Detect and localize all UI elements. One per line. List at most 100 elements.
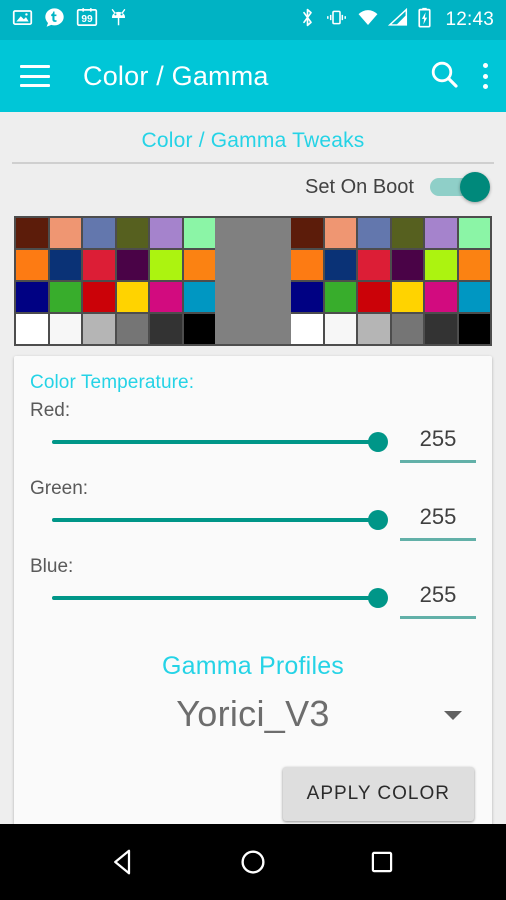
color-swatch <box>425 218 457 248</box>
vibrate-icon <box>325 7 348 33</box>
color-swatch <box>83 282 115 312</box>
page-title: Color / Gamma <box>83 60 269 91</box>
color-swatch <box>291 218 323 248</box>
color-swatch <box>83 218 115 248</box>
hamburger-menu-icon[interactable] <box>20 65 50 87</box>
bluetooth-icon <box>299 7 316 33</box>
swatch-grid-right <box>291 218 490 344</box>
color-swatch <box>49 218 81 248</box>
color-swatch <box>183 314 215 344</box>
color-swatch <box>391 250 423 280</box>
app-bar-actions <box>428 58 488 95</box>
color-swatch <box>116 282 148 312</box>
value-underline <box>400 616 476 619</box>
color-settings-card: Color Temperature: Red: 255 Green: 255 B… <box>14 356 492 824</box>
color-swatch <box>425 250 457 280</box>
color-swatch <box>49 250 81 280</box>
channel-red-label: Red: <box>30 400 71 421</box>
color-swatch <box>358 282 390 312</box>
slider-fill <box>52 518 378 522</box>
toggle-knob <box>460 172 490 202</box>
back-triangle-icon[interactable] <box>89 832 159 892</box>
status-bar-clock: 12:43 <box>445 9 494 30</box>
color-swatch <box>116 250 148 280</box>
color-swatch <box>83 250 115 280</box>
color-swatch <box>183 250 215 280</box>
color-swatch <box>458 218 490 248</box>
color-swatch <box>49 282 81 312</box>
status-bar-notification-icons: 99 <box>12 7 128 33</box>
channel-green-value: 255 <box>419 504 457 529</box>
battery-charging-icon <box>417 7 432 33</box>
color-swatch <box>16 314 48 344</box>
color-swatch <box>150 282 182 312</box>
color-swatch <box>358 314 390 344</box>
color-swatch <box>458 314 490 344</box>
slider-thumb[interactable] <box>368 510 388 530</box>
apply-color-button[interactable]: APPLY COLOR <box>282 767 474 821</box>
wifi-icon <box>357 7 379 33</box>
swatch-grid-left <box>16 218 215 344</box>
status-bar-system-icons: 12:43 <box>299 7 494 33</box>
svg-text:99: 99 <box>81 14 93 25</box>
channel-green-label: Green: <box>30 478 89 499</box>
color-swatch <box>150 314 182 344</box>
color-swatch <box>425 314 457 344</box>
color-swatch <box>16 250 48 280</box>
color-swatch <box>183 282 215 312</box>
color-swatch <box>16 218 48 248</box>
android-head-icon <box>109 7 128 33</box>
channel-red-value-box[interactable]: 255 <box>400 424 476 463</box>
channel-red: Red: 255 <box>30 400 476 474</box>
app-bar: Color / Gamma <box>0 40 506 112</box>
channel-blue-value-box[interactable]: 255 <box>400 580 476 619</box>
channel-blue-label: Blue: <box>30 556 74 577</box>
set-on-boot-toggle[interactable] <box>430 172 490 202</box>
color-swatch <box>324 314 356 344</box>
value-underline <box>400 460 476 463</box>
color-swatch <box>358 218 390 248</box>
color-swatch <box>83 314 115 344</box>
image-icon <box>12 7 33 33</box>
color-swatch <box>458 282 490 312</box>
color-swatch <box>116 218 148 248</box>
color-swatch <box>324 218 356 248</box>
channel-blue: Blue: 255 <box>30 556 476 630</box>
channel-green-slider[interactable] <box>52 502 392 542</box>
status-bar: 99 12:43 <box>0 0 506 40</box>
gamma-profile-spinner[interactable]: Yorici_V3 <box>30 683 476 745</box>
slider-thumb[interactable] <box>368 588 388 608</box>
color-swatch <box>116 314 148 344</box>
color-preview-strip <box>14 216 492 346</box>
channel-blue-value: 255 <box>419 582 457 607</box>
navigation-bar <box>0 824 506 900</box>
color-swatch <box>391 314 423 344</box>
channel-red-slider[interactable] <box>52 424 392 464</box>
recents-square-icon[interactable] <box>347 832 417 892</box>
color-swatch <box>183 218 215 248</box>
color-swatch <box>391 218 423 248</box>
search-icon[interactable] <box>428 58 460 95</box>
gamma-profile-selected: Yorici_V3 <box>176 693 330 734</box>
overflow-menu-icon[interactable] <box>482 63 488 89</box>
set-on-boot-row: Set On Boot <box>0 164 506 210</box>
card-actions: APPLY COLOR <box>30 767 474 821</box>
color-swatch <box>16 282 48 312</box>
set-on-boot-label: Set On Boot <box>305 175 414 198</box>
main-content: Color / Gamma Tweaks Set On Boot Color T… <box>0 112 506 824</box>
slider-fill <box>52 596 378 600</box>
section-title: Color / Gamma Tweaks <box>141 129 365 152</box>
home-circle-icon[interactable] <box>218 832 288 892</box>
channel-red-value: 255 <box>419 426 457 451</box>
slider-fill <box>52 440 378 444</box>
color-swatch <box>458 250 490 280</box>
chevron-down-icon <box>444 711 462 720</box>
channel-green: Green: 255 <box>30 478 476 552</box>
color-swatch <box>324 282 356 312</box>
channel-green-value-box[interactable]: 255 <box>400 502 476 541</box>
value-underline <box>400 538 476 541</box>
channel-blue-slider[interactable] <box>52 580 392 620</box>
color-swatch <box>391 282 423 312</box>
slider-thumb[interactable] <box>368 432 388 452</box>
gamma-profiles-title: Gamma Profiles <box>161 652 344 680</box>
